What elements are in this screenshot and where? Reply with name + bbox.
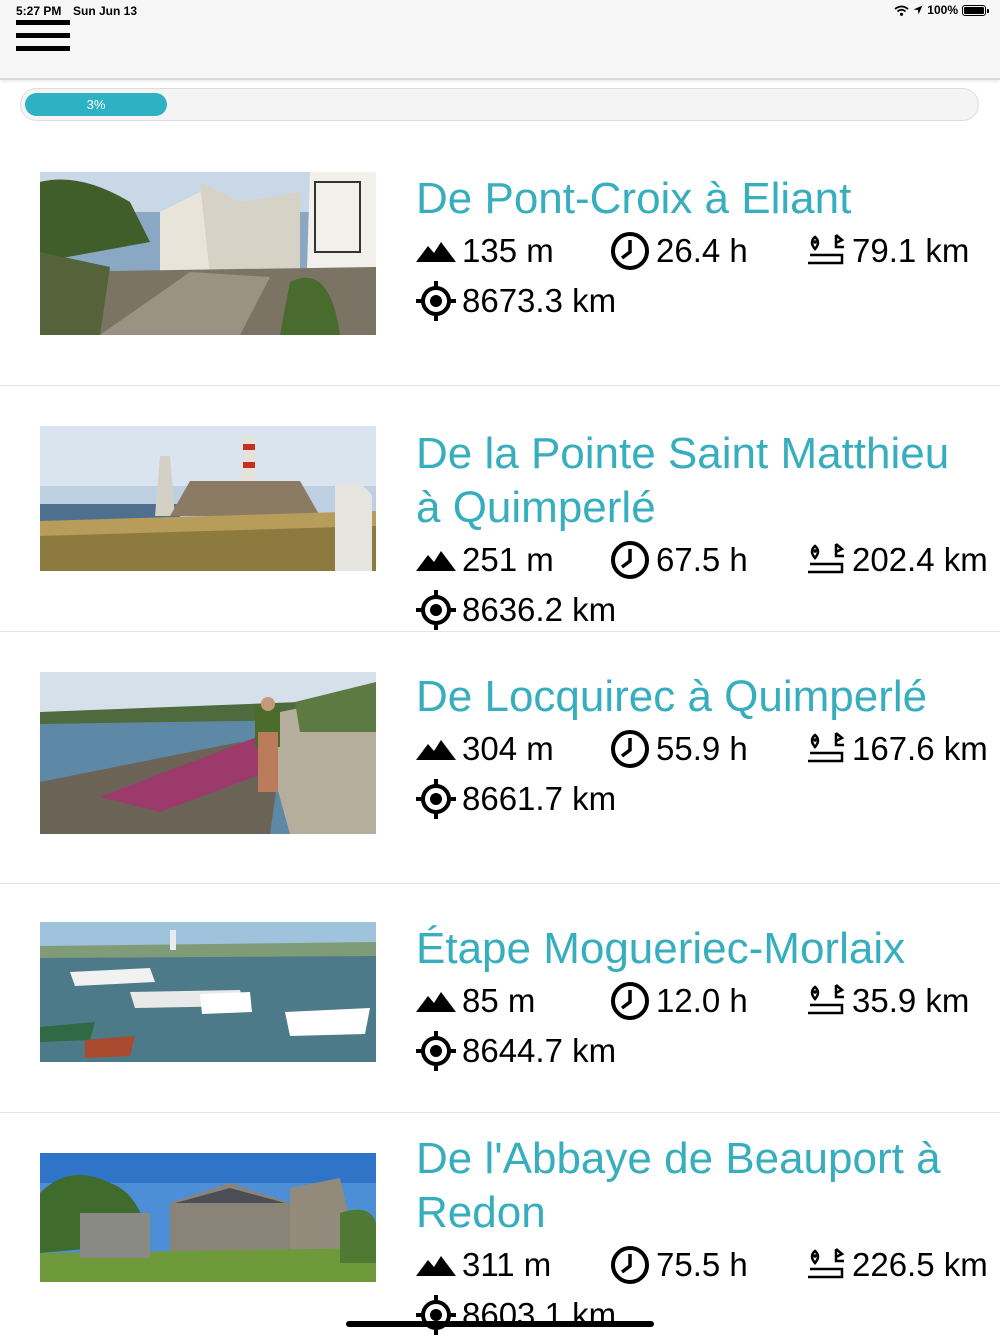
crosshair-icon (416, 281, 456, 321)
crosshair-icon (416, 1295, 456, 1335)
top-bar: 5:27 PM Sun Jun 13 100% (0, 0, 1000, 80)
route-item[interactable]: De Pont-Croix à Eliant 135 m 26.4 h 79.1… (0, 134, 1000, 386)
route-thumbnail-image (40, 172, 376, 335)
route-stats: 85 m 12.0 h 35.9 km (416, 976, 1000, 1026)
route-stats: 304 m 55.9 h 167.6 km (416, 724, 1000, 774)
clock-icon (611, 982, 649, 1020)
distance-from-here: 8603.1 km (462, 1296, 617, 1333)
route-title[interactable]: Étape Mogueriec-Morlaix (416, 922, 1000, 976)
route-item[interactable]: De l'Abbaye de Beauport à Redon 311 m 75… (0, 1113, 1000, 1343)
route-title-line2[interactable]: Redon (416, 1186, 1000, 1240)
route-item[interactable]: De la Pointe Saint Matthieu à Quimperlé … (0, 386, 1000, 632)
duration-value: 75.5 h (656, 1246, 748, 1283)
mountain-icon (416, 551, 456, 571)
progress-bar: 3% (20, 88, 979, 121)
mountain-icon (416, 740, 456, 760)
distance-value: 35.9 km (852, 982, 970, 1019)
route-stats: 251 m 67.5 h 202.4 km (416, 535, 1000, 585)
route-location: 8603.1 km (416, 1290, 1000, 1340)
route-location: 8661.7 km (416, 774, 1000, 824)
battery-icon (962, 4, 989, 16)
clock-icon (611, 232, 649, 270)
clock-icon (611, 730, 649, 768)
distance-from-here: 8644.7 km (462, 1032, 617, 1069)
crosshair-icon (416, 1031, 456, 1071)
route-list[interactable]: De Pont-Croix à Eliant 135 m 26.4 h 79.1… (0, 134, 1000, 1343)
distance-value: 167.6 km (852, 730, 988, 767)
progress-label: 3% (86, 97, 106, 112)
duration-value: 67.5 h (656, 541, 748, 578)
mountain-icon (416, 242, 456, 262)
duration-value: 55.9 h (656, 730, 748, 767)
route-title[interactable]: De Locquirec à Quimperlé (416, 670, 1000, 724)
elevation-value: 311 m (462, 1246, 552, 1283)
location-arrow-icon (913, 5, 923, 15)
route-distance-icon (808, 1248, 845, 1279)
route-title[interactable]: De Pont-Croix à Eliant (416, 172, 1000, 226)
route-title[interactable]: De l'Abbaye de Beauport à (416, 1132, 1000, 1186)
mountain-icon (416, 1256, 456, 1276)
status-indicators: 100% (894, 3, 989, 17)
elevation-value: 304 m (462, 730, 554, 767)
crosshair-icon (416, 779, 456, 819)
route-item[interactable]: De Locquirec à Quimperlé 304 m 55.9 h 16… (0, 632, 1000, 884)
home-indicator[interactable] (346, 1321, 654, 1327)
route-thumbnail-image (40, 426, 376, 571)
mountain-icon (416, 992, 456, 1012)
hamburger-line (16, 46, 70, 51)
route-item[interactable]: Étape Mogueriec-Morlaix 85 m 12.0 h 35.9… (0, 884, 1000, 1113)
distance-from-here: 8661.7 km (462, 780, 617, 817)
clock-icon (611, 541, 649, 579)
distance-value: 202.4 km (852, 541, 988, 578)
menu-button[interactable] (16, 20, 72, 60)
status-time: 5:27 PM (16, 4, 62, 18)
distance-value: 79.1 km (852, 232, 970, 269)
duration-value: 26.4 h (656, 232, 748, 269)
route-location: 8673.3 km (416, 276, 1000, 326)
distance-value: 226.5 km (852, 1246, 988, 1283)
route-title[interactable]: De la Pointe Saint Matthieu (416, 427, 1000, 481)
hamburger-menu-icon (16, 20, 70, 25)
duration-value: 12.0 h (656, 982, 748, 1019)
route-thumbnail-image (40, 1153, 376, 1282)
route-location: 8644.7 km (416, 1026, 1000, 1076)
route-distance-icon (808, 543, 845, 574)
clock-icon (611, 1246, 649, 1284)
distance-from-here: 8673.3 km (462, 282, 617, 319)
route-title-line2[interactable]: à Quimperlé (416, 481, 1000, 535)
status-date: Sun Jun 13 (73, 4, 138, 18)
wifi-icon (894, 5, 909, 16)
route-distance-icon (808, 234, 845, 265)
elevation-value: 135 m (462, 232, 554, 269)
route-distance-icon (808, 732, 845, 763)
progress-fill: 3% (25, 93, 167, 116)
route-thumbnail-image (40, 672, 376, 834)
route-distance-icon (808, 984, 845, 1015)
battery-percent: 100% (927, 3, 958, 17)
route-stats: 311 m 75.5 h 226.5 km (416, 1240, 1000, 1290)
crosshair-icon (416, 590, 456, 630)
elevation-value: 251 m (462, 541, 554, 578)
hamburger-line (16, 33, 70, 38)
distance-from-here: 8636.2 km (462, 591, 617, 628)
route-stats: 135 m 26.4 h 79.1 km (416, 226, 1000, 276)
elevation-value: 85 m (462, 982, 536, 1019)
route-location: 8636.2 km (416, 585, 1000, 631)
route-thumbnail-image (40, 922, 376, 1062)
